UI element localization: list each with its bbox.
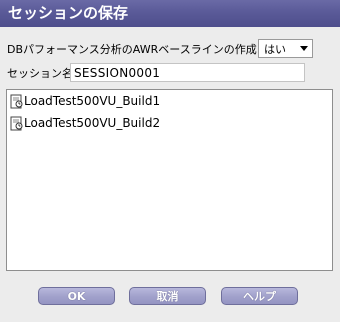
- awr-baseline-label: DBパフォーマンス分析のAWRベースラインの作成:: [7, 43, 261, 56]
- cancel-button[interactable]: 取消: [129, 287, 206, 305]
- list-item-label: LoadTest500VU_Build2: [24, 116, 161, 130]
- list-item[interactable]: LoadTest500VU_Build1: [10, 93, 160, 109]
- session-file-icon: [10, 116, 24, 131]
- list-item[interactable]: LoadTest500VU_Build2: [10, 115, 160, 131]
- awr-baseline-selected-value: はい: [264, 42, 286, 56]
- help-button[interactable]: ヘルプ: [221, 287, 298, 305]
- list-item-label: LoadTest500VU_Build1: [24, 94, 161, 108]
- chevron-down-icon: [300, 46, 308, 51]
- ok-button[interactable]: OK: [38, 287, 115, 305]
- dialog-title: セッションの保存: [0, 0, 340, 27]
- session-name-input[interactable]: [70, 63, 305, 82]
- session-name-label: セッション名:: [7, 67, 77, 80]
- awr-baseline-select[interactable]: はい: [258, 39, 313, 58]
- session-list[interactable]: LoadTest500VU_Build1 LoadTest500VU_Build…: [6, 89, 333, 271]
- session-file-icon: [10, 94, 24, 109]
